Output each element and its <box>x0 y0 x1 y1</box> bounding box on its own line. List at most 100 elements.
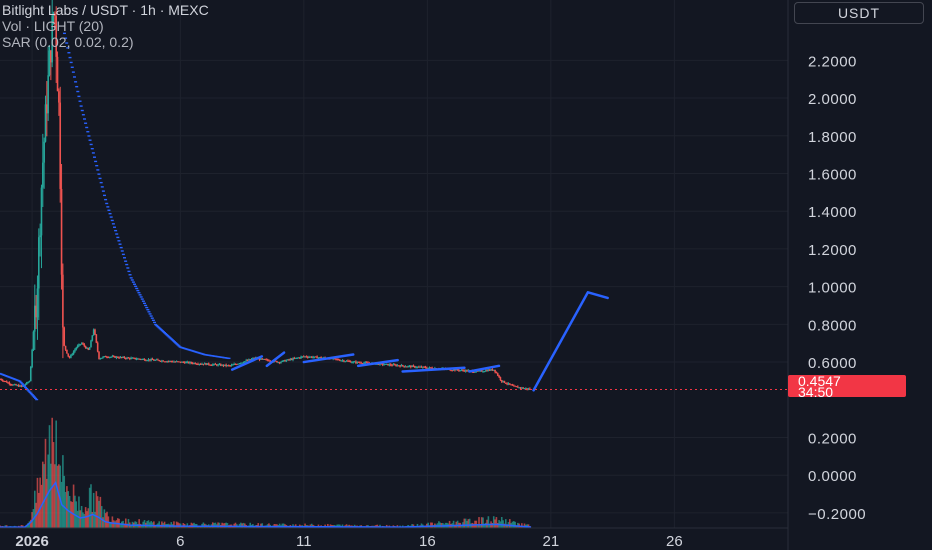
sar-dot <box>108 212 112 215</box>
sar-dot <box>111 223 115 225</box>
candle-body <box>413 366 416 368</box>
candle-body <box>40 187 43 236</box>
sar-dot <box>19 381 23 384</box>
candle-body <box>146 360 148 362</box>
candle-body <box>123 356 126 359</box>
candle-body <box>498 375 500 378</box>
sar-dot <box>104 198 108 201</box>
sar-dot <box>22 385 26 387</box>
candle-body <box>95 334 98 343</box>
sar-dot <box>135 287 139 290</box>
sar-dot <box>143 302 147 305</box>
candle-body <box>285 360 288 362</box>
sar-dot <box>110 219 114 222</box>
sar-dot <box>119 246 123 249</box>
candle-body <box>499 377 502 381</box>
sar-dot <box>32 396 36 398</box>
sar-dot <box>94 160 98 163</box>
sar-dot <box>70 66 74 68</box>
sar-dot <box>109 216 113 218</box>
sar-dot <box>116 236 120 239</box>
sar-dot <box>96 169 100 171</box>
candle-body <box>483 371 486 373</box>
candle-body <box>75 347 78 350</box>
quote-currency-button[interactable]: USDT <box>794 2 924 24</box>
sar-dot <box>71 71 75 73</box>
sar-dot <box>24 386 28 389</box>
candle-body <box>29 366 32 382</box>
sar-dot <box>131 281 135 283</box>
candle-body <box>503 380 506 383</box>
candle-body <box>43 141 45 163</box>
time-tick-label: 2026 <box>15 533 48 550</box>
price-tick-label: 1.6000 <box>808 166 857 183</box>
sar-dot <box>34 397 38 400</box>
price-chart[interactable]: 2.2000 2.0000 1.8000 1.6000 1.4000 1.2000 1.00… <box>0 0 932 550</box>
candle-body <box>88 347 91 350</box>
candle-body <box>31 349 33 367</box>
price-candles <box>0 0 531 391</box>
sar-dot <box>105 202 109 205</box>
sar-dot <box>88 139 92 141</box>
sar-dot <box>98 177 102 180</box>
candle-body <box>495 371 498 374</box>
candle-body <box>32 331 35 350</box>
candle-body <box>71 354 74 356</box>
price-tick-label: 2.2000 <box>808 53 857 70</box>
sar-dot <box>140 298 144 300</box>
sar-dot <box>87 135 91 137</box>
sar-dot <box>117 240 121 242</box>
price-tick-label: −0.2000 <box>808 506 866 523</box>
candle-body <box>64 345 67 350</box>
sar-dot <box>85 126 89 129</box>
candle-body <box>116 356 119 358</box>
sar-dot <box>27 390 31 392</box>
time-tick-label: 16 <box>419 533 436 550</box>
sar-dot <box>149 315 153 317</box>
candle-body <box>67 353 70 357</box>
candle-body <box>244 361 246 363</box>
sar-dot <box>67 52 71 54</box>
sar-dot <box>121 253 125 256</box>
candle-body <box>401 365 404 367</box>
sar-dot <box>106 206 110 208</box>
sar-dot <box>89 143 93 146</box>
sar-dot <box>120 250 124 252</box>
sar-dot <box>151 319 155 321</box>
candle-body <box>496 373 499 376</box>
sar-dot <box>79 105 83 107</box>
sar-dot <box>125 263 129 266</box>
sar-dot <box>107 209 111 211</box>
sar-dot <box>115 233 119 235</box>
sar-dot <box>72 76 76 78</box>
sar-indicator-label[interactable]: SAR (0.02, 0.02, 0.2) <box>2 34 209 50</box>
symbol-title[interactable]: Bitlight Labs / USDT · 1h · MEXC <box>2 2 209 18</box>
price-tick-label: 1.4000 <box>808 204 857 221</box>
sar-dot <box>35 398 39 401</box>
candle-body <box>84 346 87 349</box>
sar-dot <box>21 384 25 386</box>
sar-dot <box>29 392 33 395</box>
candle-body <box>63 327 66 346</box>
sar-dot <box>80 109 84 112</box>
candle-body <box>134 357 136 360</box>
candle-body <box>98 351 100 359</box>
sar-dot <box>227 357 231 360</box>
candle-body <box>90 340 92 348</box>
candle-body <box>83 344 86 347</box>
sar-dot <box>99 181 103 184</box>
trendline <box>230 355 264 371</box>
sar-dot <box>148 313 152 315</box>
volume-indicator-label[interactable]: Vol · LIGHT (20) <box>2 18 209 34</box>
time-axis: 2026 6 11 16 21 26 <box>0 527 788 550</box>
forecast-arrow <box>532 291 609 392</box>
sar-dot <box>101 190 105 192</box>
time-tick-label: 26 <box>666 533 683 550</box>
sar-dot <box>124 260 128 262</box>
price-tick-label: 0.8000 <box>808 317 857 334</box>
sar-dot <box>102 194 106 197</box>
price-tick-label: 2.0000 <box>808 91 857 108</box>
candle-body <box>74 349 76 352</box>
sar-dot <box>133 283 137 285</box>
sar-dot <box>122 257 126 259</box>
